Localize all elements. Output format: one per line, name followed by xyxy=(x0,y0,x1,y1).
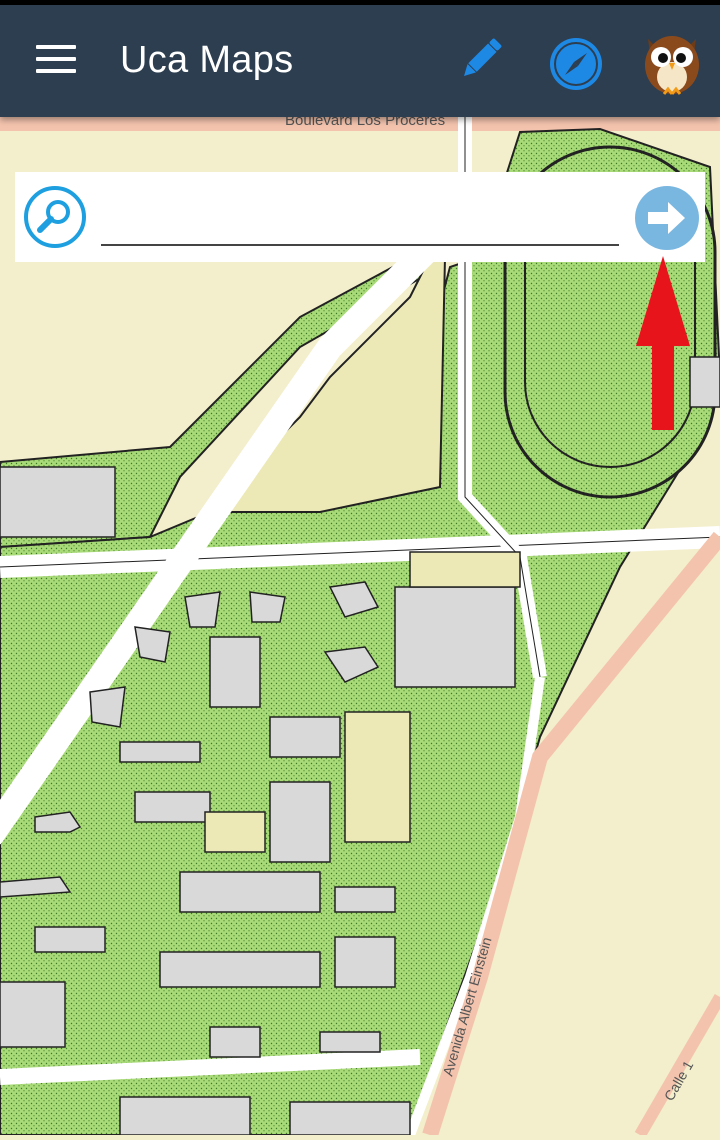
avatar-button[interactable] xyxy=(636,27,708,99)
hamburger-menu-icon-bar xyxy=(36,69,76,73)
compass-icon xyxy=(550,38,602,90)
map-view[interactable]: Boulevard Los Próceres Avenida Albert Ei… xyxy=(0,112,720,1139)
search-input[interactable] xyxy=(101,190,619,246)
boulevard-label: Boulevard Los Próceres xyxy=(285,117,445,129)
search-button[interactable] xyxy=(23,185,87,249)
hamburger-menu-icon-bar xyxy=(36,57,76,61)
red-up-arrow-annotation xyxy=(636,256,690,430)
app-bar: Uca Maps xyxy=(0,5,720,117)
pencil-icon xyxy=(464,38,502,76)
compass-button[interactable] xyxy=(547,35,605,93)
hamburger-menu-icon xyxy=(36,45,76,49)
arrow-right-circle-icon xyxy=(635,186,699,250)
go-button[interactable] xyxy=(634,185,700,251)
menu-button[interactable] xyxy=(36,45,76,79)
magnifier-icon xyxy=(24,186,86,248)
owl-avatar-icon xyxy=(645,36,699,95)
map-canvas: Boulevard Los Próceres Avenida Albert Ei… xyxy=(0,112,720,1139)
edit-button[interactable] xyxy=(455,33,507,85)
app-title: Uca Maps xyxy=(120,39,294,81)
search-bar xyxy=(15,172,705,262)
